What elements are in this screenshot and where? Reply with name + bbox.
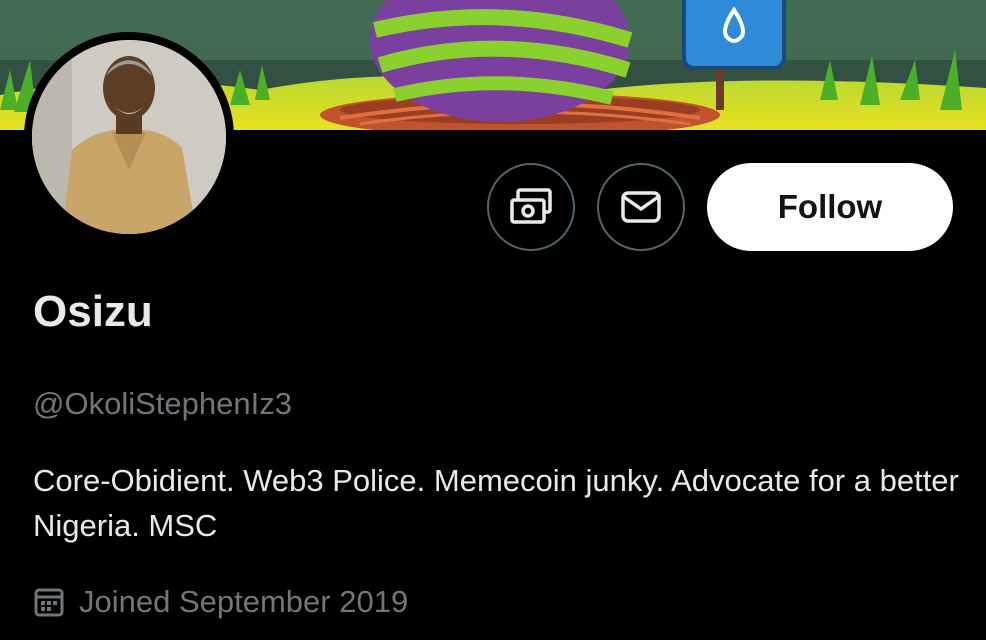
profile-actions: Follow <box>487 163 953 251</box>
tip-button[interactable] <box>487 163 575 251</box>
joined-date: Joined September 2019 <box>33 584 408 620</box>
avatar-photo <box>32 40 226 234</box>
display-name: Osizu <box>33 287 153 336</box>
calendar-icon <box>34 588 64 617</box>
message-button[interactable] <box>597 163 685 251</box>
user-handle: @OkoliStephenIz3 <box>33 386 292 421</box>
avatar-container[interactable] <box>24 32 234 242</box>
profile-bio: Core-Obidient. Web3 Police. Memecoin jun… <box>33 463 959 543</box>
money-icon <box>510 188 552 224</box>
avatar[interactable] <box>32 40 226 234</box>
envelope-icon <box>621 191 661 223</box>
follow-button[interactable]: Follow <box>707 163 953 251</box>
joined-text: Joined September 2019 <box>79 584 409 619</box>
